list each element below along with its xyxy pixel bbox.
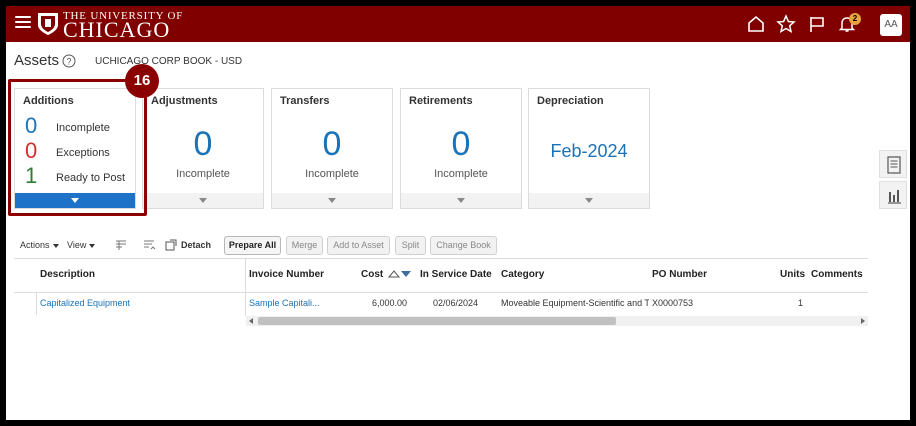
tile-title: Depreciation xyxy=(537,95,604,107)
sort-icon[interactable] xyxy=(388,269,412,279)
star-icon[interactable] xyxy=(776,14,796,34)
depreciation-period[interactable]: Feb-2024 xyxy=(529,141,649,162)
cell-description[interactable]: Capitalized Equipment xyxy=(40,298,240,308)
frozen-column-divider xyxy=(245,258,246,316)
adjustments-count[interactable]: 0 xyxy=(143,125,263,164)
transfers-count[interactable]: 0 xyxy=(272,125,392,164)
logo-text-main: CHICAGO xyxy=(63,17,171,42)
tile-retirements[interactable]: Retirements 0 Incomplete xyxy=(400,88,522,209)
bar-chart-icon xyxy=(888,190,901,204)
cell-po-number: X0000753 xyxy=(652,298,694,308)
add-to-asset-button[interactable]: Add to Asset xyxy=(327,236,390,255)
additions-ready-label: Ready to Post xyxy=(56,172,126,184)
adjustments-label: Incomplete xyxy=(176,168,230,180)
view-menu[interactable]: View xyxy=(67,240,96,250)
tile-title: Transfers xyxy=(280,95,330,107)
book-label: UCHICAGO CORP BOOK - USD xyxy=(95,56,243,67)
cost-header-label: Cost xyxy=(361,269,384,280)
flag-icon[interactable] xyxy=(807,14,827,34)
scrollbar-thumb[interactable] xyxy=(258,317,616,325)
actions-menu-label: Actions xyxy=(20,240,50,250)
notification-count-badge: 2 xyxy=(849,13,861,25)
cell-category: Moveable Equipment-Scientific and Tec xyxy=(501,298,649,308)
column-header-description[interactable]: Description xyxy=(40,269,95,280)
chevron-down-icon xyxy=(328,198,336,203)
column-header-units[interactable]: Units xyxy=(780,269,805,280)
tile-expand-button[interactable] xyxy=(272,193,392,208)
column-header-in-service-date[interactable]: In Service Date xyxy=(420,269,492,280)
column-header-invoice-number[interactable]: Invoice Number xyxy=(249,269,324,280)
actions-menu[interactable]: Actions xyxy=(20,240,59,250)
side-panel-list-button[interactable] xyxy=(879,150,907,178)
side-panel-analytics-button[interactable] xyxy=(879,181,907,209)
additions-ready-count[interactable]: 1 xyxy=(25,165,37,187)
global-header: THE UNIVERSITY OF CHICAGO 2 AA xyxy=(6,6,910,42)
additions-incomplete-count[interactable]: 0 xyxy=(25,115,37,137)
scroll-left-icon[interactable] xyxy=(249,318,253,324)
transfers-label: Incomplete xyxy=(305,168,359,180)
column-header-comments[interactable]: Comments xyxy=(811,269,863,280)
chevron-down-icon xyxy=(585,198,593,203)
document-list-icon xyxy=(887,156,901,174)
horizontal-scrollbar[interactable] xyxy=(246,316,868,326)
tile-expand-button[interactable] xyxy=(401,193,521,208)
tile-expand-button[interactable] xyxy=(143,193,263,208)
chevron-down-icon xyxy=(457,198,465,203)
tile-expand-button[interactable] xyxy=(15,193,135,208)
tile-adjustments[interactable]: Adjustments 0 Incomplete xyxy=(142,88,264,209)
university-shield-icon xyxy=(38,13,58,35)
menu-icon[interactable] xyxy=(15,16,31,30)
cell-invoice-number[interactable]: Sample Capitali... xyxy=(249,298,329,308)
additions-incomplete-label: Incomplete xyxy=(56,122,110,134)
split-button[interactable]: Split xyxy=(395,236,426,255)
home-icon[interactable] xyxy=(746,14,766,34)
additions-exceptions-label: Exceptions xyxy=(56,147,110,159)
row-selector-divider xyxy=(36,293,37,315)
column-header-po-number[interactable]: PO Number xyxy=(652,269,707,280)
detach-icon[interactable] xyxy=(164,238,178,252)
cell-cost: 6,000.00 xyxy=(371,298,407,308)
retirements-count[interactable]: 0 xyxy=(401,125,521,164)
tile-title: Additions xyxy=(23,95,74,107)
additions-exceptions-count[interactable]: 0 xyxy=(25,140,37,162)
tile-expand-button[interactable] xyxy=(529,193,649,208)
tile-additions[interactable]: Additions 0 Incomplete 0 Exceptions 1 Re… xyxy=(14,88,136,209)
caret-down-icon xyxy=(52,243,59,248)
tile-title: Retirements xyxy=(409,95,473,107)
chevron-down-icon xyxy=(199,198,207,203)
column-header-category[interactable]: Category xyxy=(501,269,544,280)
cell-in-service-date: 02/06/2024 xyxy=(433,298,479,308)
wrap-icon[interactable] xyxy=(142,238,156,252)
svg-text:?: ? xyxy=(66,57,71,67)
caret-down-icon xyxy=(89,243,96,248)
tile-title: Adjustments xyxy=(151,95,218,107)
retirements-label: Incomplete xyxy=(434,168,488,180)
merge-button[interactable]: Merge xyxy=(286,236,323,255)
table-top-border xyxy=(14,258,868,259)
chevron-down-icon xyxy=(71,198,79,203)
column-header-cost[interactable]: Cost xyxy=(361,269,412,280)
change-book-button[interactable]: Change Book xyxy=(430,236,497,255)
scroll-right-icon[interactable] xyxy=(861,318,865,324)
freeze-columns-icon[interactable] xyxy=(114,238,128,252)
help-icon[interactable]: ? xyxy=(62,54,76,68)
view-menu-label: View xyxy=(67,240,87,250)
tile-transfers[interactable]: Transfers 0 Incomplete xyxy=(271,88,393,209)
prepare-all-button[interactable]: Prepare All xyxy=(224,236,281,255)
header-divider xyxy=(14,292,868,293)
page-title: Assets xyxy=(14,52,60,69)
step-number-badge: 16 xyxy=(125,64,159,98)
app-frame: THE UNIVERSITY OF CHICAGO 2 AA Assets ? … xyxy=(6,6,910,420)
detach-button[interactable]: Detach xyxy=(181,240,211,250)
cell-units: 1 xyxy=(797,298,803,308)
tile-depreciation[interactable]: Depreciation Feb-2024 xyxy=(528,88,650,209)
user-avatar[interactable]: AA xyxy=(880,14,902,36)
